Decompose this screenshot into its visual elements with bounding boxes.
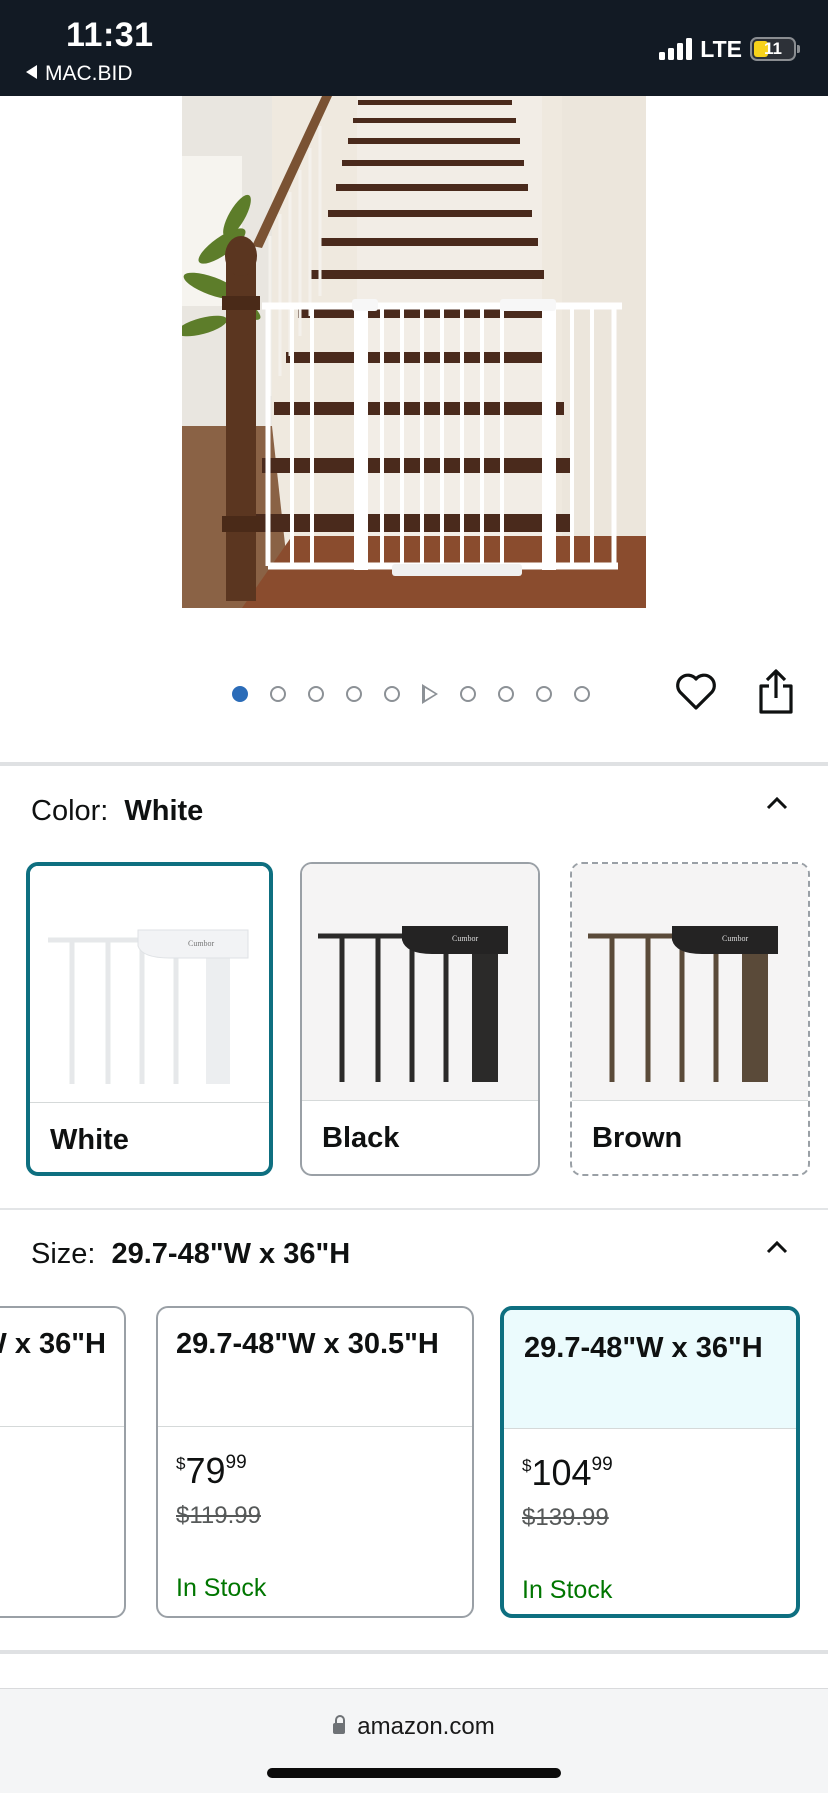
lock-icon — [333, 1715, 346, 1734]
size-label: Size: — [31, 1238, 96, 1270]
availability: In Stock — [176, 1574, 267, 1602]
carousel-dot[interactable] — [460, 686, 476, 702]
list-price: $139.99 — [522, 1504, 609, 1531]
color-option-black[interactable]: Cumbor Black — [300, 862, 540, 1176]
price: $7999 — [176, 1450, 247, 1491]
color-selector-header[interactable]: Color: White — [31, 795, 203, 828]
section-divider — [0, 1650, 828, 1654]
color-option-label: Brown — [592, 1122, 683, 1154]
svg-text:Cumbor: Cumbor — [188, 939, 215, 948]
price: $10499 — [522, 1452, 613, 1493]
battery-level: 11 — [764, 39, 782, 58]
selected-size: 29.7-48"W x 36"H — [111, 1238, 351, 1270]
size-option-title: 29.7-48"W x 36"H — [524, 1332, 763, 1364]
network-type: LTE — [700, 35, 742, 62]
section-divider — [0, 1208, 828, 1210]
color-option-brown[interactable]: Cumbor Brown — [570, 862, 810, 1176]
carousel-dot[interactable] — [346, 686, 362, 702]
color-option-image: Cumbor — [302, 864, 538, 1100]
product-image[interactable] — [182, 96, 646, 608]
svg-text:Cumbor: Cumbor — [452, 934, 479, 943]
clock: 11:31 — [66, 16, 154, 54]
color-option-image: Cumbor — [572, 864, 808, 1100]
size-option-title: 29.7-48"W x 30.5"H — [176, 1328, 439, 1360]
back-arrow-icon — [26, 65, 37, 79]
carousel-dot[interactable] — [232, 686, 248, 702]
selected-color: White — [124, 795, 204, 827]
availability: In Stock — [522, 1576, 613, 1604]
list-price: $119.99 — [176, 1502, 261, 1529]
color-label: Color: — [31, 795, 109, 827]
size-option-30-5h[interactable]: 29.7-48"W x 30.5"H $7999 $119.99 In Stoc… — [156, 1306, 474, 1618]
status-bar: 11:31 MAC.BID LTE 11 — [0, 0, 828, 96]
section-divider — [0, 762, 828, 766]
size-selector-header[interactable]: Size: 29.7-48"W x 36"H — [31, 1238, 350, 1271]
svg-text:Cumbor: Cumbor — [722, 934, 749, 943]
carousel-dot[interactable] — [498, 686, 514, 702]
video-play-icon[interactable] — [422, 684, 438, 704]
color-option-label: White — [50, 1124, 129, 1156]
color-option-white[interactable]: Cumbor White — [26, 862, 273, 1176]
carousel-dot[interactable] — [308, 686, 324, 702]
home-indicator[interactable] — [267, 1768, 561, 1778]
carousel-dot[interactable] — [384, 686, 400, 702]
chevron-up-icon[interactable] — [766, 1236, 788, 1258]
url-text: amazon.com — [357, 1713, 495, 1740]
status-indicators: LTE 11 — [659, 35, 800, 62]
share-icon[interactable] — [756, 668, 796, 716]
url-display[interactable]: amazon.com — [0, 1713, 828, 1741]
heart-icon[interactable] — [674, 670, 718, 714]
color-option-label: Black — [322, 1122, 400, 1154]
back-app-label: MAC.BID — [45, 62, 133, 85]
chevron-up-icon[interactable] — [766, 792, 788, 814]
battery-icon: 11 — [750, 37, 800, 61]
size-option-title: W x 36"H — [0, 1328, 106, 1360]
image-carousel-dots[interactable] — [232, 682, 612, 706]
carousel-dot[interactable] — [536, 686, 552, 702]
carousel-dot[interactable] — [270, 686, 286, 702]
size-option-partial[interactable]: W x 36"H — [0, 1306, 126, 1618]
color-option-image: Cumbor — [30, 866, 269, 1102]
signal-icon — [659, 38, 693, 60]
carousel-dot[interactable] — [574, 686, 590, 702]
size-option-36h[interactable]: 29.7-48"W x 36"H $10499 $139.99 In Stock — [500, 1306, 800, 1618]
back-to-app-link[interactable]: MAC.BID — [26, 62, 133, 86]
